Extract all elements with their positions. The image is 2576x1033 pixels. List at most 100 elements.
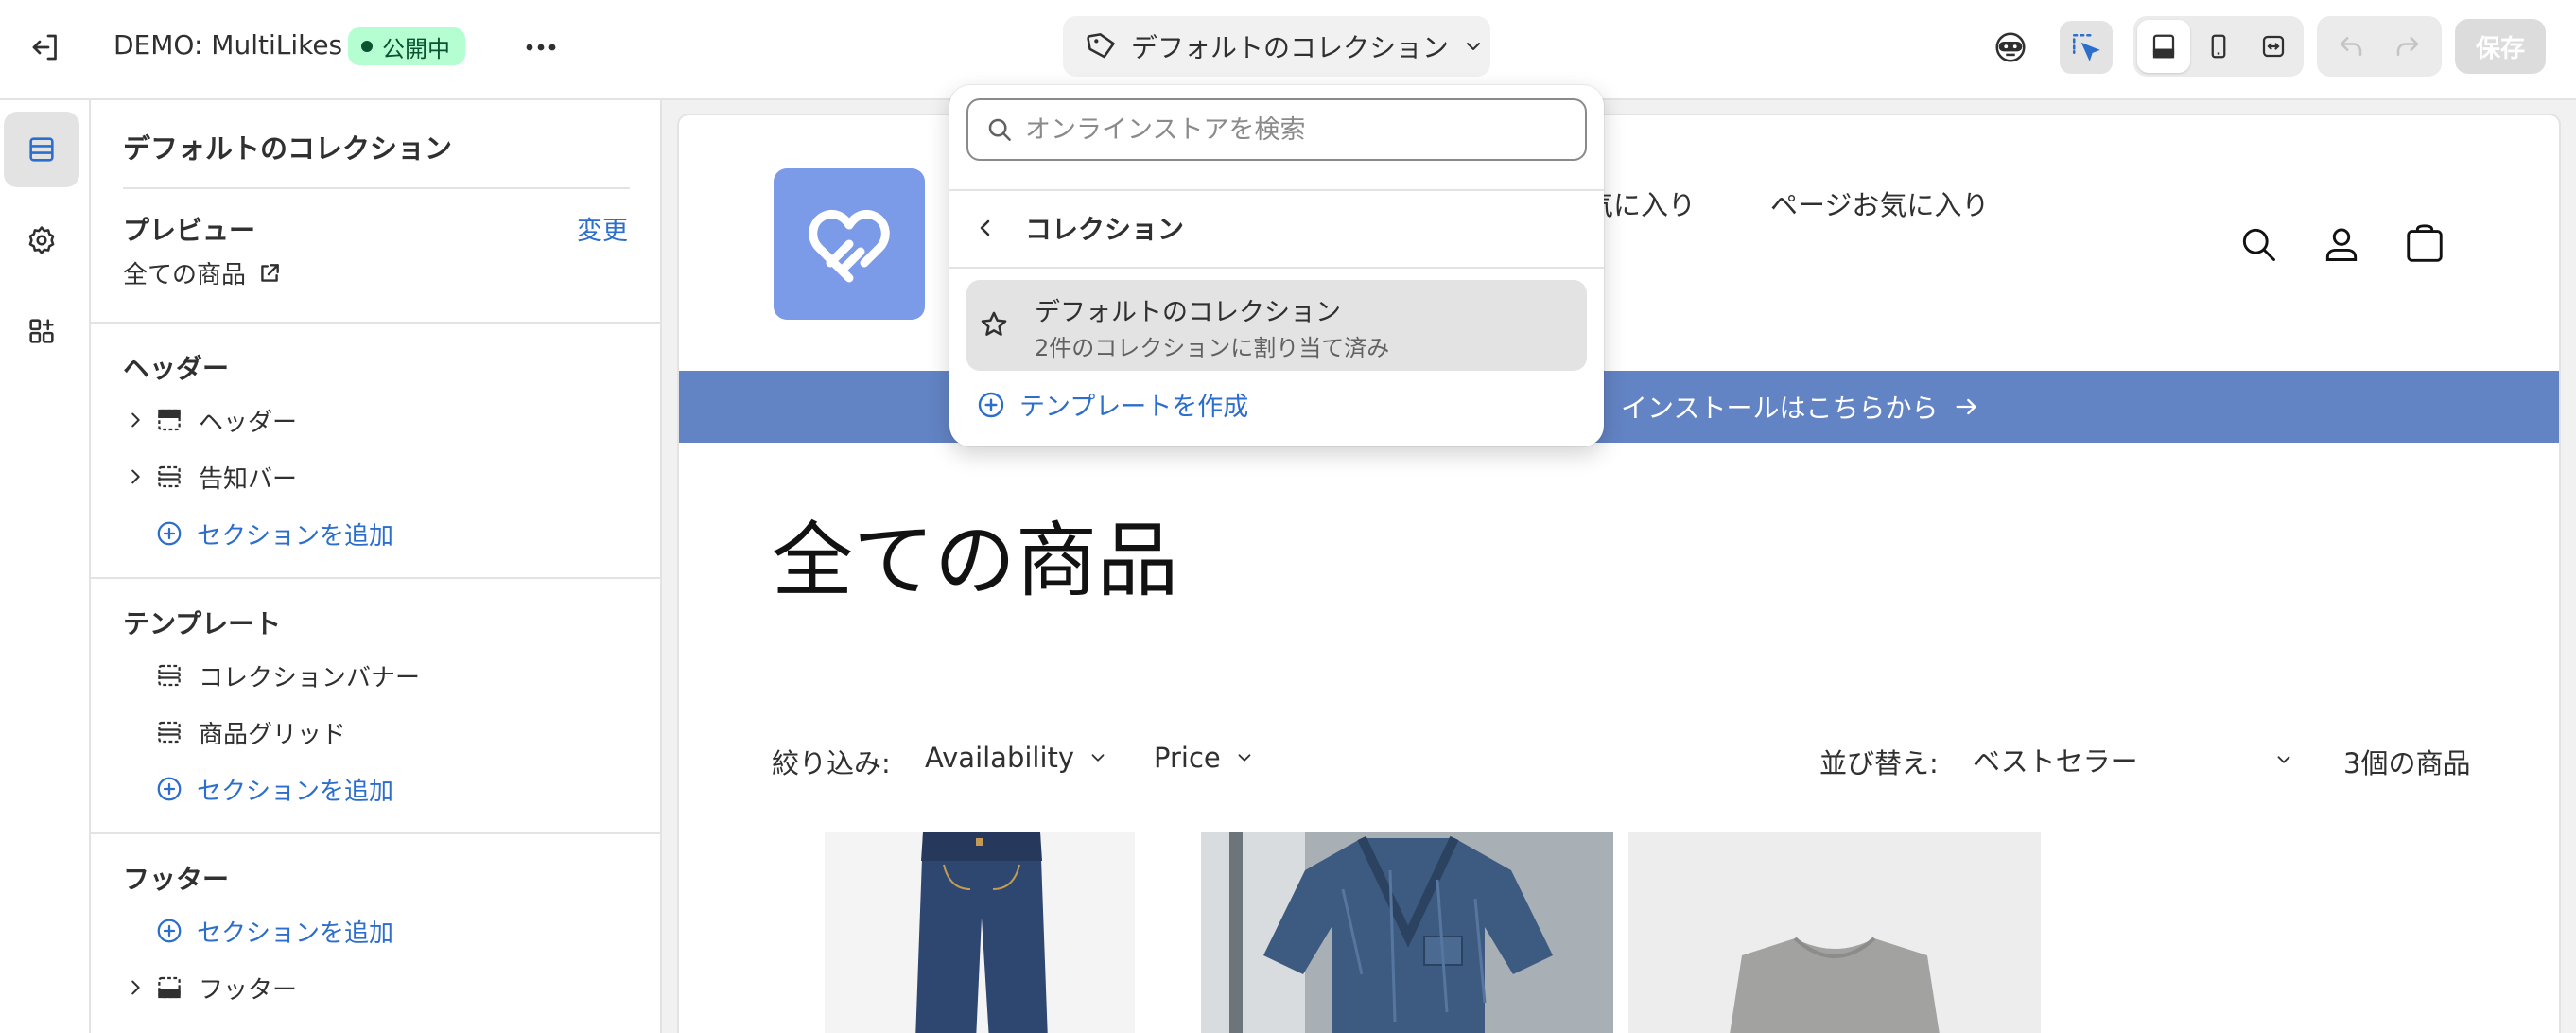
sort-select[interactable]: ベストセラー — [1973, 736, 2294, 783]
apps-tab[interactable] — [4, 293, 79, 369]
template-group-heading: テンプレート — [123, 608, 282, 639]
preview-heading: プレビュー — [123, 215, 256, 246]
redo-icon[interactable] — [2393, 32, 2422, 61]
sort-value: ベストセラー — [1973, 745, 2138, 778]
preview-target-link[interactable]: 全ての商品 — [123, 255, 282, 290]
save-button[interactable]: 保存 — [2455, 19, 2546, 74]
footer-group-heading: フッター — [123, 864, 230, 895]
store-name: DEMO: MultiLikes — [113, 29, 343, 61]
cart-icon — [2403, 222, 2446, 266]
section-row-collection-banner[interactable]: コレクションバナー — [123, 655, 420, 696]
filter-price-label: Price — [1154, 742, 1221, 774]
template-selector-label: デフォルトのコレクション — [1131, 32, 1450, 63]
chevron-right-icon[interactable] — [123, 466, 155, 487]
fullwidth-view-button[interactable] — [2247, 20, 2300, 73]
sections-icon — [26, 133, 58, 166]
viewport-toggle-group — [2133, 16, 2304, 77]
section-row-label: 告知バー — [199, 464, 298, 494]
account-icon — [2321, 223, 2362, 265]
section-row-header[interactable]: ヘッダー — [123, 399, 297, 441]
divider — [949, 189, 1604, 191]
add-section-label: セクションを追加 — [197, 777, 394, 806]
mobile-view-button[interactable] — [2192, 20, 2245, 73]
filter-price-dropdown[interactable]: Price — [1154, 742, 1255, 774]
footer-section-icon — [155, 973, 199, 1002]
nav-link-page-favorites[interactable]: ページお気に入り — [1770, 184, 1989, 223]
left-icon-rail — [0, 100, 91, 1033]
header-section-icon — [155, 406, 199, 434]
section-row-footer[interactable]: フッター — [123, 967, 297, 1008]
product-image-tshirt[interactable] — [1628, 832, 2041, 1033]
chevron-right-icon[interactable] — [123, 410, 155, 430]
template-picker-popover: コレクション デフォルトのコレクション 2件のコレクションに割り当て済み テンプ… — [949, 85, 1604, 446]
product-image-jinbei[interactable] — [1201, 832, 1613, 1033]
section-row-label: 商品グリッド — [199, 720, 347, 749]
sections-panel: デフォルトのコレクション プレビュー 変更 全ての商品 ヘッダー ヘッダー 告知… — [91, 100, 662, 1033]
filter-availability-dropdown[interactable]: Availability — [925, 742, 1108, 774]
exit-icon — [28, 30, 62, 64]
divider — [91, 577, 662, 579]
divider — [123, 187, 630, 189]
filter-availability-label: Availability — [925, 742, 1075, 774]
search-icon — [2237, 223, 2279, 265]
back-label: コレクション — [1025, 214, 1185, 245]
plus-circle-icon — [155, 775, 183, 803]
panel-title: デフォルトのコレクション — [123, 132, 453, 165]
chevron-down-icon — [1088, 747, 1108, 768]
back-to-collections-button[interactable]: コレクション — [974, 204, 1184, 252]
store-account-button[interactable] — [2317, 219, 2366, 269]
add-section-footer-button[interactable]: セクションを追加 — [155, 910, 393, 952]
undo-icon[interactable] — [2337, 32, 2365, 61]
plus-circle-icon — [155, 519, 183, 548]
announcement-text: インストールはこちらから — [1621, 393, 1939, 424]
add-section-label: セクションを追加 — [197, 919, 394, 948]
select-cursor-icon — [2070, 31, 2102, 63]
exit-button[interactable] — [21, 23, 70, 72]
sections-tab[interactable] — [4, 112, 79, 187]
more-actions-button[interactable] — [516, 23, 566, 72]
status-badge: 公開中 — [348, 27, 465, 65]
chevron-right-icon[interactable] — [123, 977, 155, 998]
add-section-label: セクションを追加 — [197, 521, 394, 551]
create-template-label: テンプレートを作成 — [1019, 393, 1249, 422]
store-cart-button[interactable] — [2400, 219, 2449, 269]
plus-circle-icon — [976, 390, 1006, 420]
chevron-down-icon — [1462, 35, 1485, 58]
more-horizontal-icon — [524, 42, 558, 53]
inspector-button[interactable] — [2060, 21, 2113, 74]
product-image-jeans[interactable] — [825, 832, 1135, 1033]
plus-circle-icon — [155, 917, 183, 945]
announcement-section-icon — [155, 463, 199, 491]
ai-sidekick-button[interactable] — [1984, 21, 2037, 74]
theme-settings-tab[interactable] — [4, 202, 79, 278]
status-badge-label: 公開中 — [382, 35, 450, 62]
template-selector[interactable]: デフォルトのコレクション — [1063, 16, 1490, 77]
divider — [91, 832, 662, 834]
sidekick-icon — [1993, 29, 2028, 65]
section-row-announcement-bar[interactable]: 告知バー — [123, 456, 297, 498]
change-preview-link[interactable]: 変更 — [577, 210, 628, 247]
store-logo[interactable] — [774, 168, 925, 320]
section-row-product-grid[interactable]: 商品グリッド — [123, 711, 346, 753]
heart-logo-icon — [802, 197, 896, 291]
undo-redo-group — [2317, 16, 2442, 77]
store-search-button[interactable] — [2234, 219, 2283, 269]
template-option-default-collection[interactable]: デフォルトのコレクション 2件のコレクションに割り当て済み — [966, 280, 1587, 371]
template-search-input[interactable] — [1025, 114, 1555, 145]
create-template-button[interactable]: テンプレートを作成 — [976, 386, 1248, 423]
section-row-label: コレクションバナー — [199, 663, 421, 692]
add-section-template-button[interactable]: セクションを追加 — [155, 768, 393, 810]
mobile-icon — [2204, 32, 2233, 61]
gear-icon — [26, 224, 58, 256]
search-icon — [985, 115, 1014, 144]
template-search-field[interactable] — [966, 98, 1587, 161]
divider — [949, 267, 1604, 269]
announcement-link[interactable]: インストールはこちらから — [1621, 388, 1979, 426]
add-section-header-button[interactable]: セクションを追加 — [155, 513, 393, 554]
status-dot-icon — [361, 41, 373, 52]
product-grid-section-icon — [155, 718, 199, 746]
expand-width-icon — [2259, 32, 2288, 61]
template-option-title: デフォルトのコレクション — [1035, 298, 1341, 327]
external-link-icon — [257, 261, 282, 286]
desktop-view-button[interactable] — [2137, 20, 2190, 73]
